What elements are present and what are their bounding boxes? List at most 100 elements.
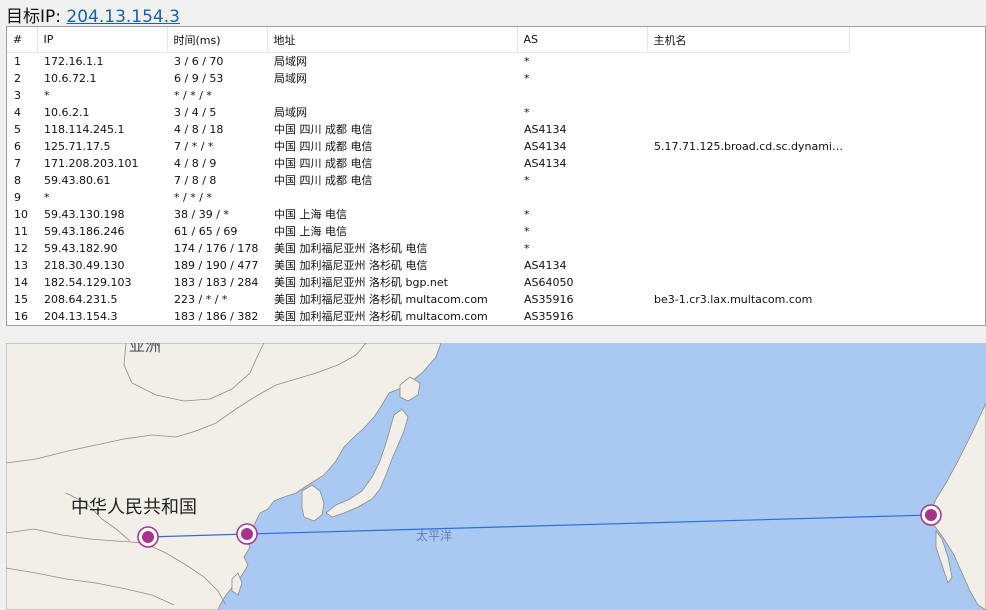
hop-hostname: [647, 155, 849, 172]
hop-time: 183 / 186 / 382: [174, 310, 259, 323]
column-header-time[interactable]: 时间(ms): [167, 27, 268, 53]
hop-ip: 182.54.129.103: [44, 276, 132, 289]
table-row[interactable]: 8 59.43.80.61 7 / 8 / 8 中国 四川 成都 电信 *: [7, 172, 849, 189]
route-marker-shanghai[interactable]: [236, 523, 258, 545]
hop-ip: 171.208.203.101: [44, 157, 139, 170]
hop-address: 美国 加利福尼亚州 洛杉矶 multacom.com: [274, 310, 488, 323]
table-row[interactable]: 4 10.6.2.1 3 / 4 / 5 局域网 *: [7, 104, 849, 121]
hop-time: 4 / 8 / 18: [174, 123, 224, 136]
hop-hostname: [647, 121, 849, 138]
hop-hostname: [647, 104, 849, 121]
table-row[interactable]: 13 218.30.49.130 189 / 190 / 477 美国 加利福尼亚州 …: [7, 257, 849, 274]
hop-number: 2: [14, 72, 21, 85]
traceroute-table: # IP 时间(ms) 地址 AS 主机名 1 172.16.1.1 3 / 6 /…: [7, 27, 850, 325]
hop-number: 4: [14, 106, 21, 119]
hop-address: 美国 加利福尼亚州 洛杉矶 电信: [274, 259, 428, 272]
hop-ip: *: [44, 191, 50, 204]
hop-address: 中国 四川 成都 电信: [274, 157, 373, 170]
hop-number: 10: [14, 208, 28, 221]
hop-ip: 204.13.154.3: [44, 310, 118, 323]
hop-as: *: [524, 174, 530, 187]
hop-address: 美国 加利福尼亚州 洛杉矶 multacom.com: [274, 293, 488, 306]
hop-time: 189 / 190 / 477: [174, 259, 259, 272]
hop-as: AS64050: [524, 276, 574, 289]
hop-address: [267, 189, 517, 206]
hop-address: 局域网: [274, 106, 307, 119]
traceroute-table-panel: # IP 时间(ms) 地址 AS 主机名 1 172.16.1.1 3 / 6 /…: [6, 26, 986, 326]
table-row[interactable]: 10 59.43.130.198 38 / 39 / * 中国 上海 电信 *: [7, 206, 849, 223]
hop-time: 174 / 176 / 178: [174, 242, 259, 255]
hop-time: 3 / 6 / 70: [174, 55, 224, 68]
hop-address: 美国 加利福尼亚州 洛杉矶 bgp.net: [274, 276, 448, 289]
table-row[interactable]: 14 182.54.129.103 183 / 183 / 284 美国 加利福尼亚州…: [7, 274, 849, 291]
hop-number: 12: [14, 242, 28, 255]
hop-as: [517, 87, 647, 104]
table-row[interactable]: 1 172.16.1.1 3 / 6 / 70 局域网 *: [7, 53, 849, 71]
route-marker-chengdu[interactable]: [137, 526, 159, 548]
hop-ip: 59.43.182.90: [44, 242, 118, 255]
hop-ip: 218.30.49.130: [44, 259, 125, 272]
table-row[interactable]: 15 208.64.231.5 223 / * / * 美国 加利福尼亚州 洛杉矶 m…: [7, 291, 849, 308]
table-row[interactable]: 2 10.6.72.1 6 / 9 / 53 局域网 *: [7, 70, 849, 87]
hop-address: 局域网: [274, 55, 307, 68]
hop-time: 61 / 65 / 69: [174, 225, 238, 238]
hop-number: 11: [14, 225, 28, 238]
hop-number: 16: [14, 310, 28, 323]
hop-hostname: [647, 257, 849, 274]
hop-hostname: [647, 70, 849, 87]
table-row[interactable]: 5 118.114.245.1 4 / 8 / 18 中国 四川 成都 电信 AS413…: [7, 121, 849, 138]
hop-time: 7 / * / *: [174, 140, 214, 153]
hop-as: *: [524, 106, 530, 119]
hop-time: 7 / 8 / 8: [174, 174, 217, 187]
hop-hostname: be3-1.cr3.lax.multacom.com: [654, 293, 813, 306]
column-header-ip[interactable]: IP: [37, 27, 168, 53]
table-row[interactable]: 11 59.43.186.246 61 / 65 / 69 中国 上海 电信 *: [7, 223, 849, 240]
hop-ip: 125.71.17.5: [44, 140, 111, 153]
hop-hostname: [647, 206, 849, 223]
hop-as: AS4134: [524, 259, 567, 272]
hop-as: *: [524, 72, 530, 85]
hop-ip: 118.114.245.1: [44, 123, 125, 136]
map-label-china: 中华人民共和国: [71, 497, 197, 518]
table-row[interactable]: 12 59.43.182.90 174 / 176 / 178 美国 加利福尼亚州 洛…: [7, 240, 849, 257]
hop-time: 6 / 9 / 53: [174, 72, 224, 85]
column-header-as[interactable]: AS: [517, 27, 648, 53]
hop-as: *: [524, 242, 530, 255]
table-row[interactable]: 3 * * / * / *: [7, 87, 849, 104]
hop-as: AS4134: [524, 140, 567, 153]
hop-time: 223 / * / *: [174, 293, 228, 306]
hop-ip: 59.43.186.246: [44, 225, 125, 238]
table-row[interactable]: 9 * * / * / *: [7, 189, 849, 206]
hop-hostname: [647, 53, 849, 71]
hop-time: 183 / 183 / 284: [174, 276, 259, 289]
table-row[interactable]: 7 171.208.203.101 4 / 8 / 9 中国 四川 成都 电信 AS41…: [7, 155, 849, 172]
hop-address: 中国 四川 成都 电信: [274, 123, 373, 136]
hop-as: AS35916: [524, 310, 574, 323]
column-header-address[interactable]: 地址: [267, 27, 518, 53]
hop-address: 美国 加利福尼亚州 洛杉矶 电信: [274, 242, 428, 255]
hop-as: [517, 189, 647, 206]
hop-hostname: [647, 189, 849, 206]
table-row[interactable]: 16 204.13.154.3 183 / 186 / 382 美国 加利福尼亚州 洛…: [7, 308, 849, 325]
hop-hostname: [647, 308, 849, 325]
target-ip-label: 目标IP:: [6, 7, 67, 27]
column-header-hostname[interactable]: 主机名: [647, 27, 850, 53]
hop-address: 中国 四川 成都 电信: [274, 140, 373, 153]
hop-address: 中国 上海 电信: [274, 225, 347, 238]
hop-number: 15: [14, 293, 28, 306]
hop-as: *: [524, 208, 530, 221]
map-label-top: 亚洲: [129, 343, 161, 355]
route-marker-los-angeles[interactable]: [920, 504, 942, 526]
hop-number: 5: [14, 123, 21, 136]
hop-hostname: 5.17.71.125.broad.cd.sc.dynamic.1...: [654, 140, 849, 153]
hop-as: AS4134: [524, 123, 567, 136]
hop-address: 中国 四川 成都 电信: [274, 174, 373, 187]
route-map[interactable]: 亚洲 中华人民共和国 太平洋: [6, 343, 986, 610]
hop-time: 38 / 39 / *: [174, 208, 229, 221]
hop-hostname: [647, 172, 849, 189]
table-row[interactable]: 6 125.71.17.5 7 / * / * 中国 四川 成都 电信 AS4134 5.…: [7, 138, 849, 155]
column-header-hop[interactable]: #: [7, 27, 38, 53]
hop-number: 7: [14, 157, 21, 170]
hop-number: 8: [14, 174, 21, 187]
target-ip-link[interactable]: 204.13.154.3: [66, 7, 180, 27]
